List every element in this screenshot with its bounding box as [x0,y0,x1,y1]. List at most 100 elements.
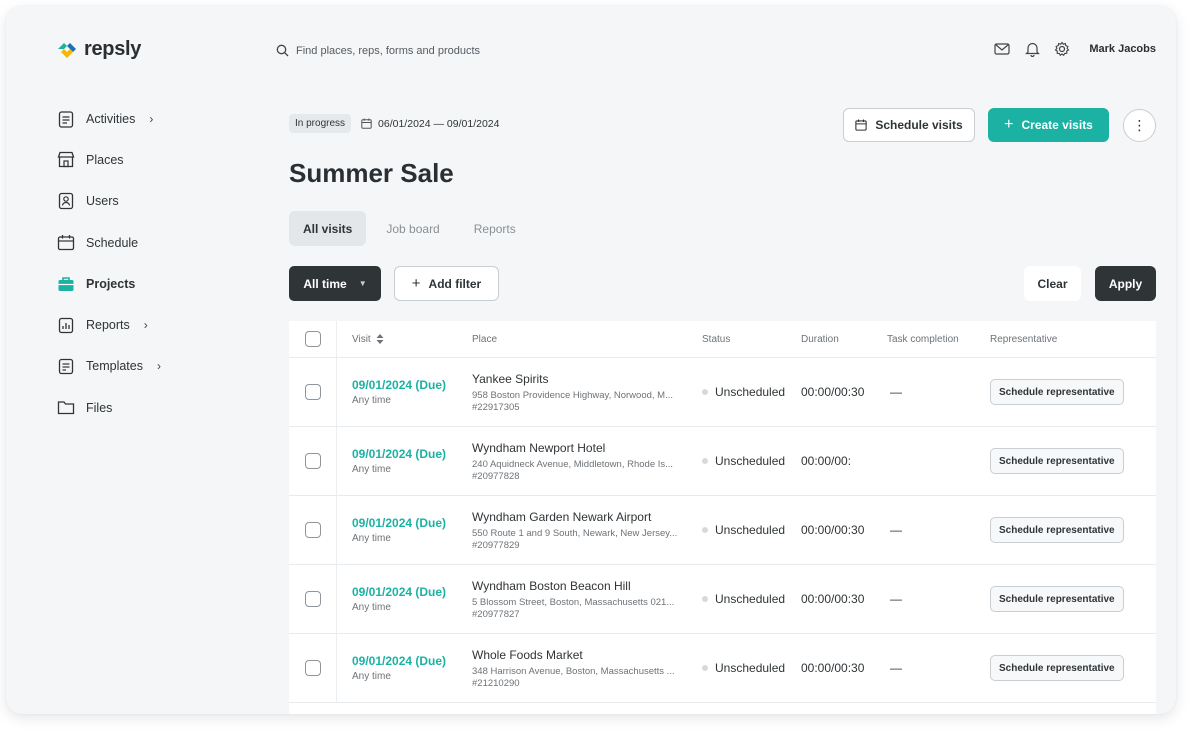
sidebar-item-label: Users [86,194,119,209]
sidebar-item-users[interactable]: Users [56,181,256,222]
chevron-right-icon: › [143,318,148,333]
header-place: Place [472,333,498,345]
sidebar-item-activities[interactable]: Activities › [56,98,256,139]
tab-job-board[interactable]: Job board [372,211,453,246]
sidebar: Activities › Places Users Schedule Proje… [56,98,256,428]
global-search[interactable]: Find places, reps, forms and products [276,44,480,57]
schedule-representative-button[interactable]: Schedule representative [990,379,1124,405]
row-checkbox[interactable] [305,660,321,676]
visit-date-link[interactable]: 09/01/2024 (Due) [352,654,472,668]
row-checkbox[interactable] [305,522,321,538]
user-menu[interactable]: Mark Jacobs [1089,43,1156,55]
visit-cell: 09/01/2024 (Due) Any time [337,447,472,475]
schedule-representative-button[interactable]: Schedule representative [990,586,1124,612]
sidebar-item-schedule[interactable]: Schedule [56,222,256,263]
representative-cell: Schedule representative [990,379,1150,405]
row-checkbox[interactable] [305,591,321,607]
status-dot [702,527,708,533]
visit-date-link[interactable]: 09/01/2024 (Due) [352,447,472,461]
tab-reports[interactable]: Reports [460,211,530,246]
status-dot [702,389,708,395]
mail-icon[interactable] [993,40,1011,58]
schedule-representative-button[interactable]: Schedule representative [990,655,1124,681]
status-text: Unscheduled [715,385,786,399]
add-filter-label: Add filter [428,276,482,291]
visit-date-link[interactable]: 09/01/2024 (Due) [352,516,472,530]
place-name: Wyndham Newport Hotel [472,440,606,455]
row-select-cell [289,427,337,495]
place-cell: Whole Foods Market 348 Harrison Avenue, … [472,648,702,689]
duration-cell: 00:00/00:30 [801,592,865,606]
representative-cell: Schedule representative [990,586,1150,612]
select-all-cell [289,321,337,357]
search-placeholder: Find places, reps, forms and products [296,44,481,57]
schedule-visits-label: Schedule visits [875,118,963,132]
app-window: repsly Find places, reps, forms and prod… [6,6,1176,714]
status-text: Unscheduled [715,523,786,537]
repsly-logo-icon [58,42,76,58]
place-cell: Yankee Spirits 958 Boston Providence Hig… [472,372,702,413]
sidebar-item-places[interactable]: Places [56,139,256,180]
logo[interactable]: repsly [56,38,141,61]
select-all-checkbox[interactable] [305,331,321,347]
add-filter-button[interactable]: + Add filter [394,266,499,301]
sidebar-item-label: Reports [86,318,130,333]
chevron-right-icon: › [149,111,154,126]
calendar-icon [361,118,372,129]
sidebar-item-reports[interactable]: Reports › [56,304,256,345]
status-text: Unscheduled [715,592,786,606]
place-id: #20977828 [472,470,520,482]
status-cell: Unscheduled [702,592,801,606]
more-options-button[interactable]: ⋮ [1123,109,1156,142]
place-id: #20977827 [472,608,520,620]
plus-icon: + [1004,116,1014,133]
place-address: 5 Blossom Street, Boston, Massachusetts … [472,596,675,608]
logo-text: repsly [84,38,142,60]
visit-time: Any time [352,464,391,475]
apply-button[interactable]: Apply [1095,266,1156,301]
sidebar-item-projects[interactable]: Projects [56,263,256,304]
bar-chart-icon [56,315,76,335]
sidebar-item-files[interactable]: Files [56,387,256,428]
plus-icon: + [411,275,421,292]
briefcase-icon [56,274,76,294]
row-checkbox[interactable] [305,453,321,469]
tab-all-visits[interactable]: All visits [289,211,367,246]
table-row[interactable]: 09/01/2024 (Due) Any time Wyndham Garden… [289,496,1156,565]
duration-cell: 00:00/00:30 [801,523,865,537]
search-icon [276,44,289,57]
place-address: 348 Harrison Avenue, Boston, Massachuset… [472,665,675,677]
row-select-cell [289,496,337,564]
visit-date-link[interactable]: 09/01/2024 (Due) [352,378,472,392]
table-row[interactable]: 09/01/2024 (Due) Any time Yankee Spirits… [289,358,1156,427]
create-visits-button[interactable]: + Create visits [988,108,1109,142]
time-filter-dropdown[interactable]: All time ▼ [289,266,381,301]
visit-time: Any time [352,602,391,613]
row-select-cell [289,634,337,702]
clear-button[interactable]: Clear [1024,266,1081,301]
table-row[interactable]: 09/01/2024 (Due) Any time Wyndham Newpor… [289,427,1156,496]
sidebar-item-templates[interactable]: Templates › [56,346,256,387]
bell-icon[interactable] [1023,40,1041,58]
status-cell: Unscheduled [702,661,801,675]
visits-table: Visit Place Status Duration Task complet… [289,321,1156,714]
status-cell: Unscheduled [702,454,801,468]
view-tabs: All visits Job board Reports [289,211,530,246]
visit-time: Any time [352,671,391,682]
template-icon [56,356,76,376]
schedule-representative-button[interactable]: Schedule representative [990,448,1124,474]
folder-icon [56,398,76,418]
visit-cell: 09/01/2024 (Due) Any time [337,585,472,613]
row-checkbox[interactable] [305,384,321,400]
place-id: #22917305 [472,401,520,413]
representative-cell: Schedule representative [990,448,1150,474]
schedule-visits-button[interactable]: Schedule visits [843,108,975,142]
table-row[interactable]: 09/01/2024 (Due) Any time Wyndham Boston… [289,565,1156,634]
schedule-representative-button[interactable]: Schedule representative [990,517,1124,543]
visit-date-link[interactable]: 09/01/2024 (Due) [352,585,472,599]
header-visit[interactable]: Visit [337,334,472,345]
gear-icon[interactable] [1053,40,1071,58]
place-id: #21210290 [472,677,520,689]
table-row[interactable]: 09/01/2024 (Due) Any time Whole Foods Ma… [289,634,1156,703]
chevron-right-icon: › [156,359,161,374]
